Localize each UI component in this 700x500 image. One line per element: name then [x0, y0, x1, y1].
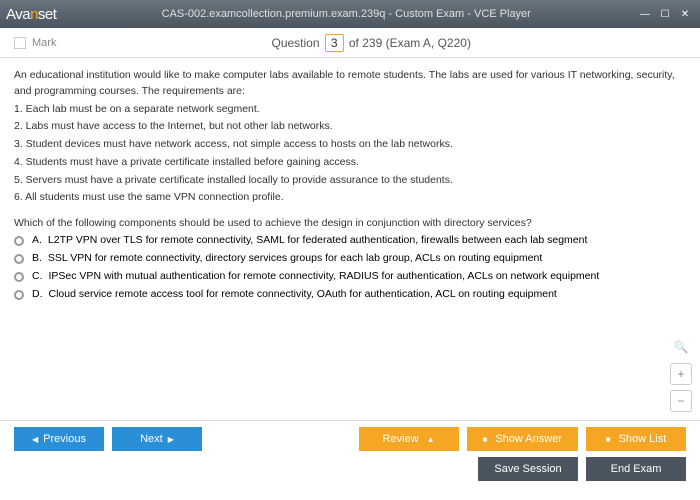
requirement-3: 3. Student devices must have network acc…: [14, 137, 686, 153]
option-letter: D.: [32, 288, 43, 300]
option-a[interactable]: A. L2TP VPN over TLS for remote connecti…: [14, 234, 686, 246]
requirement-1: 1. Each lab must be on a separate networ…: [14, 102, 686, 118]
option-text: SSL VPN for remote connectivity, directo…: [48, 252, 542, 264]
mark-checkbox[interactable]: [14, 37, 26, 49]
app-logo: Avanset: [6, 6, 56, 23]
question-intro: An educational institution would like to…: [14, 68, 686, 100]
window-controls: — ☐ ✕: [636, 6, 694, 22]
option-text: IPSec VPN with mutual authentication for…: [49, 270, 600, 282]
requirement-5: 5. Servers must have a private certifica…: [14, 173, 686, 189]
magnifier-icon[interactable]: 🔍: [670, 336, 692, 358]
footer-session-row: Save Session End Exam: [14, 457, 686, 481]
save-session-button[interactable]: Save Session: [478, 457, 578, 481]
titlebar: Avanset CAS-002.examcollection.premium.e…: [0, 0, 700, 28]
end-exam-button[interactable]: End Exam: [586, 457, 686, 481]
radio-icon: [14, 236, 24, 246]
previous-button[interactable]: Previous: [14, 427, 104, 451]
option-letter: B.: [32, 252, 42, 264]
show-answer-button[interactable]: Show Answer: [467, 427, 579, 451]
review-button[interactable]: Review: [359, 427, 459, 451]
next-button[interactable]: Next: [112, 427, 202, 451]
minimize-button[interactable]: —: [636, 6, 654, 22]
option-letter: C.: [32, 270, 43, 282]
zoom-controls: 🔍 + −: [670, 336, 692, 412]
question-indicator: Question 3 of 239 (Exam A, Q220): [56, 34, 686, 52]
question-header: Mark Question 3 of 239 (Exam A, Q220): [0, 28, 700, 58]
question-number: 3: [325, 34, 344, 52]
option-b[interactable]: B. SSL VPN for remote connectivity, dire…: [14, 252, 686, 264]
show-list-button[interactable]: Show List: [586, 427, 686, 451]
question-prompt: Which of the following components should…: [14, 216, 686, 232]
question-body: An educational institution would like to…: [14, 68, 686, 232]
close-button[interactable]: ✕: [676, 6, 694, 22]
option-text: Cloud service remote access tool for rem…: [49, 288, 557, 300]
answer-options: A. L2TP VPN over TLS for remote connecti…: [14, 234, 686, 300]
radio-icon: [14, 254, 24, 264]
zoom-in-button[interactable]: +: [670, 363, 692, 385]
radio-icon: [14, 272, 24, 282]
radio-icon: [14, 290, 24, 300]
footer-nav-row: Previous Next Review Show Answer Show Li…: [14, 427, 686, 451]
footer: Previous Next Review Show Answer Show Li…: [0, 420, 700, 492]
option-text: L2TP VPN over TLS for remote connectivit…: [48, 234, 587, 246]
option-d[interactable]: D. Cloud service remote access tool for …: [14, 288, 686, 300]
question-content: An educational institution would like to…: [0, 58, 700, 420]
window-title: CAS-002.examcollection.premium.exam.239q…: [56, 8, 636, 20]
maximize-button[interactable]: ☐: [656, 6, 674, 22]
requirement-6: 6. All students must use the same VPN co…: [14, 190, 686, 206]
option-c[interactable]: C. IPSec VPN with mutual authentication …: [14, 270, 686, 282]
option-letter: A.: [32, 234, 42, 246]
requirement-4: 4. Students must have a private certific…: [14, 155, 686, 171]
zoom-out-button[interactable]: −: [670, 390, 692, 412]
mark-label: Mark: [32, 37, 56, 49]
requirement-2: 2. Labs must have access to the Internet…: [14, 119, 686, 135]
